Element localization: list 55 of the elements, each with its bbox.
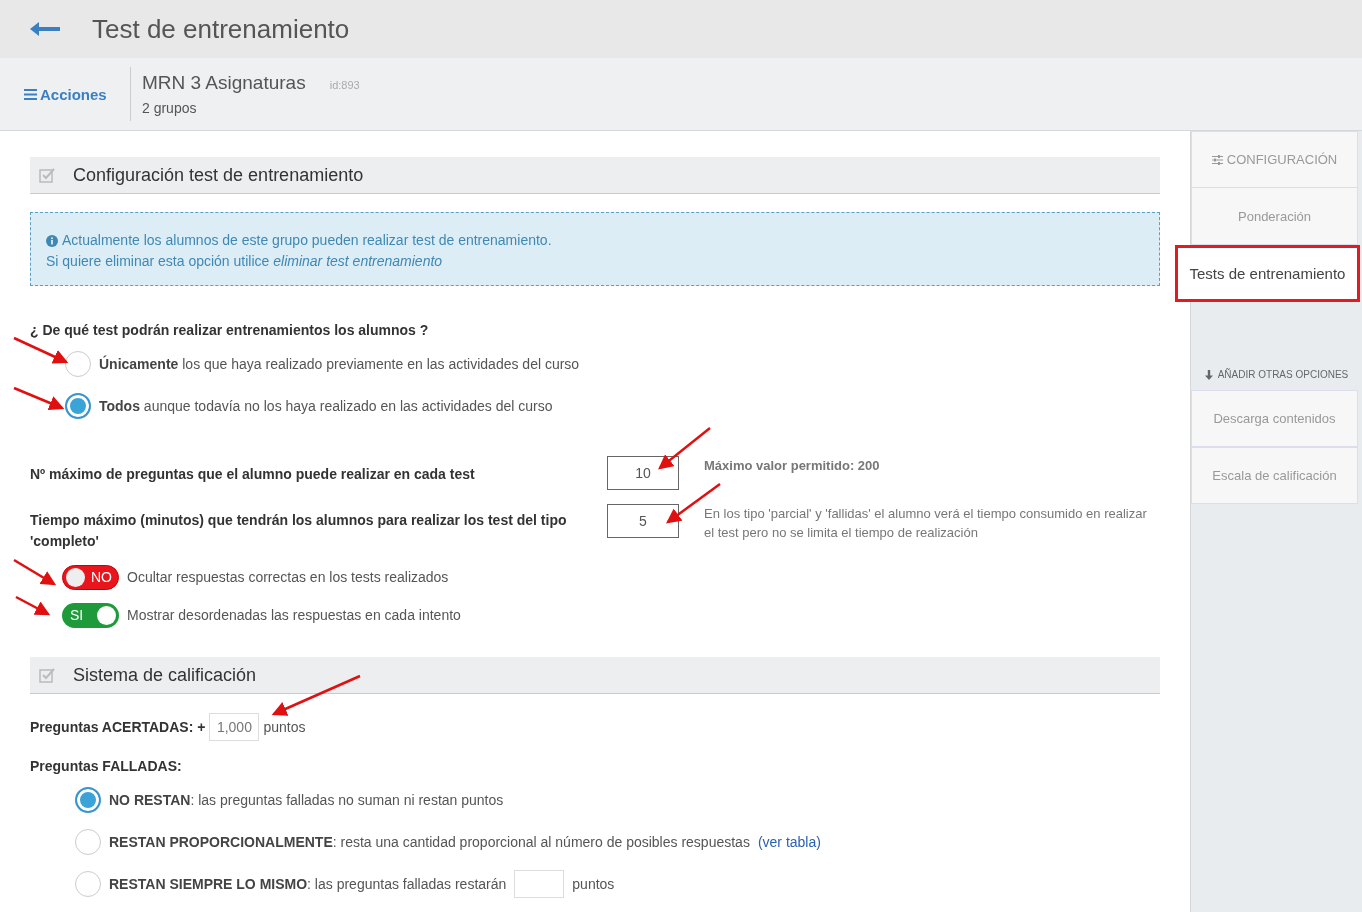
radio-button[interactable] <box>75 829 101 855</box>
toggle-switch[interactable]: SI <box>62 602 119 628</box>
field-hint: Máximo valor permitido: 200 <box>703 457 881 475</box>
sidebar-heading: AÑADIR OTRAS OPCIONES <box>1217 369 1349 380</box>
option-label: RESTAN SIEMPRE LO MISMO: las preguntas falladas restarán <box>109 876 507 892</box>
radio-button[interactable] <box>75 787 101 813</box>
annotation-arrow <box>666 483 721 524</box>
course-name: MRN 3 Asignaturas <box>142 72 306 93</box>
section-title: Sistema de calificación <box>73 664 257 686</box>
unit-label: puntos <box>263 719 306 735</box>
annotation-arrow <box>13 336 69 364</box>
annotation-arrow <box>15 595 51 616</box>
info-text: Si quiere eliminar esta opción utilice eliminar test entrenamiento <box>46 252 443 271</box>
sidebar-item[interactable]: Ponderación <box>1191 188 1358 245</box>
section-title: Configuración test de entrenamiento <box>73 164 364 186</box>
toggle-switch[interactable]: NO <box>62 564 119 590</box>
menu-icon <box>24 88 37 100</box>
annotation-arrow <box>13 558 57 586</box>
option-label: NO RESTAN: las preguntas falladas no suman ni restan puntos <box>109 792 504 808</box>
toggle-label: Ocultar respuestas correctas en los tests realizados <box>127 569 449 585</box>
page-title: Test de entrenamiento <box>92 13 350 45</box>
group-count: 2 grupos <box>142 100 198 116</box>
back-arrow-icon[interactable] <box>30 22 60 36</box>
sidebar-item[interactable]: Tests de entrenamiento <box>1175 245 1360 302</box>
field-label: Preguntas ACERTADAS: + <box>30 719 206 735</box>
info-icon <box>46 234 58 247</box>
radio-button[interactable] <box>65 393 91 419</box>
actions-menu-button[interactable]: Acciones <box>0 85 130 103</box>
option-label: RESTAN PROPORCIONALMENTE: resta una cantidad proporcional al número de posibles respuestas <box>109 834 750 850</box>
course-id: id:893 <box>329 79 360 91</box>
sidebar-item[interactable]: Escala de calificación <box>1191 447 1358 504</box>
points-input-field[interactable]: 1,000 <box>209 713 260 741</box>
sidebar-item[interactable]: Descarga contenidos <box>1191 390 1358 447</box>
info-text: Actualmente los alumnos de este grupo pueden realizar test de entrenamiento. <box>62 231 552 250</box>
option-label: Todos aunque todavía no los haya realizado en las actividades del curso <box>99 398 553 414</box>
unit-label: puntos <box>572 876 615 892</box>
sidebar-heading: CONFIGURACIÓN <box>1226 152 1338 167</box>
number-input-field[interactable]: 5 <box>607 504 679 538</box>
radio-button[interactable] <box>75 871 101 897</box>
toggle-label: Mostrar desordenadas las respuestas en cada intento <box>127 607 461 623</box>
question-label: ¿ De qué test podrán realizar entrenamientos los alumnos ? <box>30 322 430 338</box>
annotation-arrow <box>13 386 65 411</box>
number-input-field[interactable]: 10 <box>607 456 679 490</box>
field-label: Tiempo máximo (minutos) que tendrán los alumnos para realizar los test del tipo 'completo' <box>30 511 568 551</box>
radio-button[interactable] <box>65 351 91 377</box>
field-label: Nº máximo de preguntas que el alumno puede realizar en cada test <box>30 465 476 484</box>
sliders-icon <box>1211 154 1223 165</box>
points-input-field[interactable] <box>514 870 565 898</box>
down-arrow-icon <box>1204 370 1213 380</box>
checkbox-icon <box>39 667 55 683</box>
field-hint: En los tipo 'parcial' y 'fallidas' el alumno verá el tiempo consumido en realizar el test pero no se limita el tiempo de realización <box>703 505 1148 542</box>
field-label: Preguntas FALLADAS: <box>30 758 183 774</box>
table-link[interactable]: (ver tabla) <box>757 834 821 850</box>
checkbox-icon <box>39 167 55 183</box>
option-label: Únicamente los que haya realizado previamente en las actividades del curso <box>99 356 580 372</box>
